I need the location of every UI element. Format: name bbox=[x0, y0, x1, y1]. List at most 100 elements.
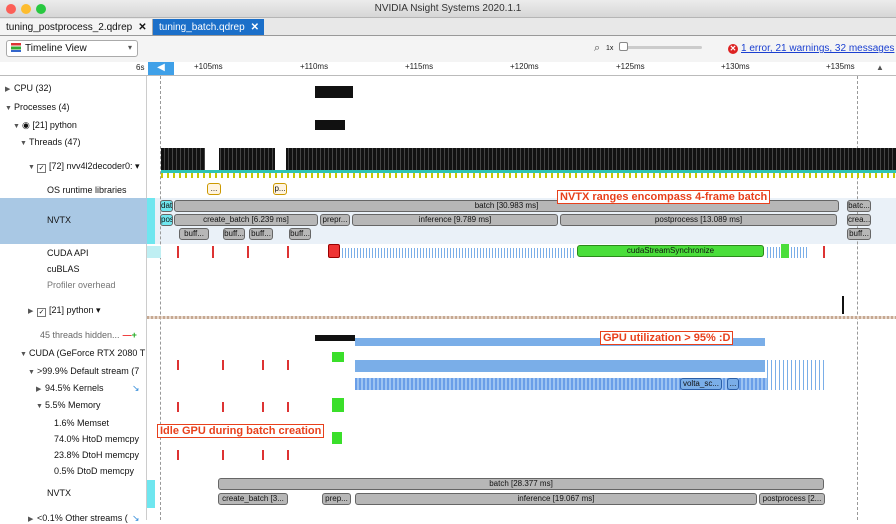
bar-label: prep... bbox=[325, 494, 348, 503]
tree-label: [72] nvv4l2decoder0: ▾ bbox=[49, 161, 140, 171]
tree-threads[interactable]: ▼ Threads (47) bbox=[0, 137, 147, 147]
range-end-line bbox=[857, 76, 858, 520]
tree-label: 45 threads hidden... bbox=[40, 330, 120, 340]
nvtx-buffer[interactable]: buff... bbox=[179, 228, 209, 240]
ruler-tick: +110ms bbox=[300, 62, 329, 71]
kernel-call[interactable]: ... bbox=[727, 378, 739, 390]
tree-default-stream[interactable]: ▼ >99.9% Default stream (7 bbox=[0, 366, 147, 376]
annotation-nvtx: NVTX ranges encompass 4-frame batch bbox=[557, 190, 771, 204]
scroll-left-icon[interactable]: ◀ bbox=[148, 62, 174, 75]
tree-htod[interactable]: 74.0% HtoD memcpy bbox=[0, 434, 147, 444]
messages-link[interactable]: ✕ 1 error, 21 warnings, 32 messages bbox=[728, 43, 894, 54]
nvtx-postprocess[interactable]: postprocess [13.089 ms] bbox=[560, 214, 837, 226]
cuda-api-call[interactable] bbox=[781, 244, 789, 258]
tree-dtoh[interactable]: 23.8% DtoH memcpy bbox=[0, 450, 147, 460]
tree-label: Threads (47) bbox=[29, 137, 81, 147]
cuda-api-call[interactable] bbox=[247, 246, 249, 258]
dtoh-op bbox=[222, 450, 224, 460]
bar-label: prepr... bbox=[322, 215, 348, 224]
memory-op bbox=[177, 360, 179, 370]
tree-label: [21] python ▾ bbox=[49, 305, 101, 315]
timeline-canvas[interactable]: ... p... data... post... batch [30.983 m… bbox=[147, 76, 896, 520]
tree-label: [21] python bbox=[32, 120, 77, 130]
zoom-slider-handle[interactable] bbox=[619, 42, 628, 51]
left-edge-marker bbox=[147, 198, 155, 244]
process-icon: ◉ bbox=[22, 120, 33, 130]
view-select-value: Timeline View bbox=[25, 43, 87, 54]
os-runtime-call[interactable]: p... bbox=[273, 183, 287, 195]
tree-label: 0.5% DtoD memcpy bbox=[54, 466, 135, 476]
tree-processes[interactable]: ▼ Processes (4) bbox=[0, 102, 147, 112]
gpu-nvtx-inference[interactable]: inference [19.067 ms] bbox=[355, 493, 757, 505]
plus-icon[interactable]: + bbox=[132, 330, 137, 340]
tree-gpu-nvtx[interactable]: NVTX bbox=[0, 488, 147, 498]
nvtx-preprocess[interactable]: prepr... bbox=[320, 214, 350, 226]
tree-nvtx[interactable]: NVTX bbox=[0, 198, 147, 244]
window-title: NVIDIA Nsight Systems 2020.1.1 bbox=[374, 3, 522, 14]
tree-cuda-api[interactable]: CUDA API bbox=[0, 248, 147, 258]
bar-label: buff... bbox=[251, 229, 271, 238]
cuda-api-call[interactable] bbox=[823, 246, 825, 258]
tab-batch[interactable]: tuning_batch.qdrep ✕ bbox=[153, 19, 264, 35]
tree-python-2[interactable]: ▶ ✓ [21] python ▾ bbox=[0, 305, 147, 317]
tree-memory[interactable]: ▼ 5.5% Memory bbox=[0, 400, 147, 410]
zoom-slider[interactable] bbox=[620, 46, 702, 49]
close-tab-icon[interactable]: ✕ bbox=[138, 22, 146, 33]
nvtx-range[interactable]: batc... bbox=[847, 200, 871, 212]
nvtx-buffer[interactable]: buff... bbox=[249, 228, 273, 240]
bar-label: inference [9.789 ms] bbox=[418, 215, 492, 224]
time-ruler[interactable]: 6s ◀ +105ms +110ms +115ms +120ms +125ms … bbox=[0, 62, 896, 76]
tree-python[interactable]: ▼ ◉ [21] python bbox=[0, 120, 147, 131]
arrow-icon[interactable]: ↘ bbox=[132, 383, 140, 394]
nvtx-range[interactable]: buff... bbox=[847, 228, 871, 240]
cuda-stream-synchronize[interactable]: cudaStreamSynchronize bbox=[577, 245, 764, 257]
os-runtime-call[interactable]: ... bbox=[207, 183, 221, 195]
nvtx-range[interactable]: data... bbox=[160, 200, 173, 212]
checkbox-icon[interactable]: ✓ bbox=[37, 164, 46, 173]
tree-memset[interactable]: 1.6% Memset bbox=[0, 418, 147, 428]
memory-op bbox=[222, 402, 224, 412]
bar-label: batch [28.377 ms] bbox=[489, 479, 553, 488]
tree-hidden-threads[interactable]: 45 threads hidden... —+ bbox=[0, 330, 147, 340]
tree-dtod[interactable]: 0.5% DtoD memcpy bbox=[0, 466, 147, 476]
nvtx-range[interactable]: post... bbox=[160, 214, 173, 226]
range-start-line bbox=[160, 76, 161, 520]
nvtx-range[interactable]: crea... bbox=[847, 214, 871, 226]
tree-cublas[interactable]: cuBLAS bbox=[0, 264, 147, 274]
tree-profiler[interactable]: Profiler overhead bbox=[0, 280, 147, 290]
cuda-api-call[interactable] bbox=[177, 246, 179, 258]
gpu-nvtx-create-batch[interactable]: create_batch [3... bbox=[218, 493, 288, 505]
cuda-api-call[interactable] bbox=[328, 244, 340, 258]
tree-thread-72[interactable]: ▼ ✓ [72] nvv4l2decoder0: ▾ bbox=[0, 161, 147, 173]
tree-label: CUDA API bbox=[47, 248, 89, 258]
kernel-volta[interactable]: volta_sc... bbox=[680, 378, 722, 390]
nvtx-buffer[interactable]: buff... bbox=[289, 228, 311, 240]
checkbox-icon[interactable]: ✓ bbox=[37, 308, 46, 317]
nvtx-create-batch[interactable]: create_batch [6.239 ms] bbox=[174, 214, 318, 226]
view-select[interactable]: Timeline View ▾ bbox=[6, 40, 138, 57]
nvtx-inference[interactable]: inference [9.789 ms] bbox=[352, 214, 558, 226]
gpu-nvtx-batch[interactable]: batch [28.377 ms] bbox=[218, 478, 824, 490]
memcpy-activity bbox=[332, 352, 344, 362]
tree-cpu[interactable]: ▶ CPU (32) bbox=[0, 83, 147, 93]
gpu-nvtx-postprocess[interactable]: postprocess [2... bbox=[759, 493, 825, 505]
tree-cuda-gpu[interactable]: ▼ CUDA (GeForce RTX 2080 T bbox=[0, 348, 147, 358]
minus-icon[interactable]: — bbox=[123, 330, 132, 340]
ruler-tick: +130ms bbox=[721, 62, 750, 71]
arrow-icon[interactable]: ↘ bbox=[132, 513, 140, 524]
tab-postprocess[interactable]: tuning_postprocess_2.qdrep ✕ bbox=[0, 19, 153, 35]
cuda-api-call[interactable] bbox=[212, 246, 214, 258]
bar-label: postprocess [2... bbox=[762, 494, 822, 503]
gpu-nvtx-preprocess[interactable]: prep... bbox=[322, 493, 351, 505]
memory-op bbox=[222, 360, 224, 370]
cuda-api-call[interactable] bbox=[287, 246, 289, 258]
tree-kernels[interactable]: ▶ 94.5% Kernels ↘ bbox=[0, 383, 147, 393]
dtoh-op bbox=[262, 450, 264, 460]
close-tab-icon[interactable]: ✕ bbox=[251, 22, 259, 33]
scroll-up-icon[interactable]: ▲ bbox=[876, 63, 884, 72]
nvtx-buffer[interactable]: buff... bbox=[223, 228, 245, 240]
tree-os-runtime[interactable]: OS runtime libraries bbox=[0, 185, 147, 195]
bar-label: buff... bbox=[290, 229, 310, 238]
tree-other-streams[interactable]: ▶ <0.1% Other streams (↘ bbox=[0, 513, 147, 523]
bar-label: cudaStreamSynchronize bbox=[626, 246, 715, 255]
